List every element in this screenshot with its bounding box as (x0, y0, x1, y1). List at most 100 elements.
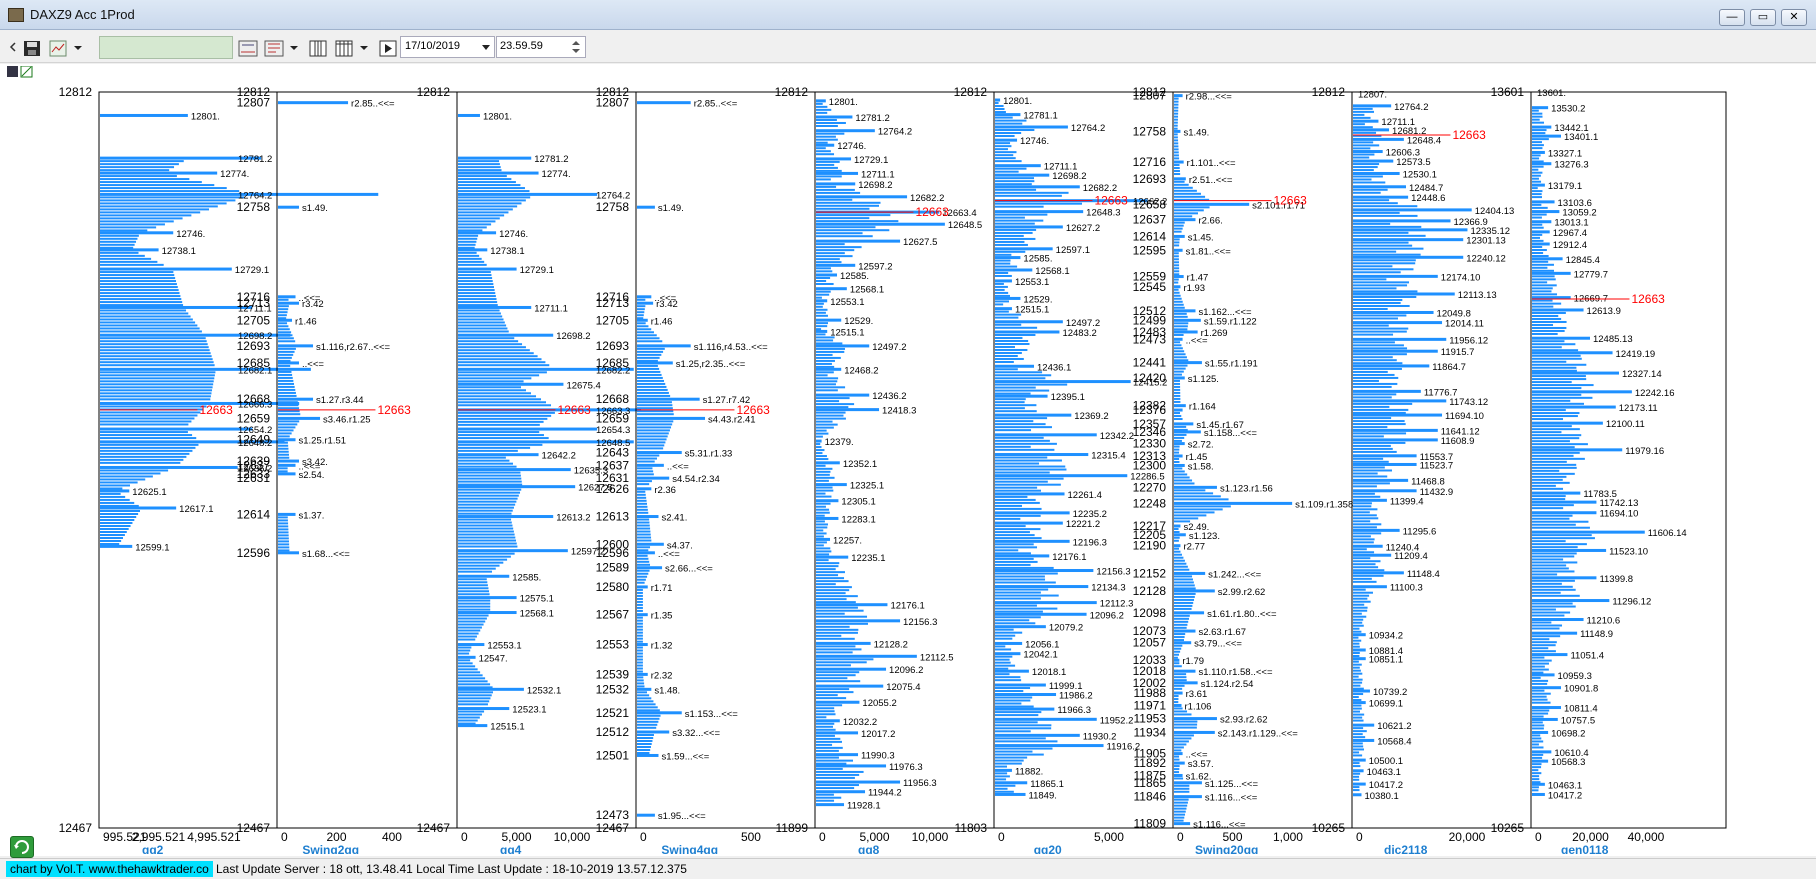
bar (1353, 475, 1388, 478)
bar (995, 439, 1050, 442)
bar (1174, 127, 1178, 130)
bar (1353, 571, 1404, 575)
bar-label: 12682.2 (1083, 183, 1117, 194)
bar (995, 282, 1004, 285)
bar (458, 564, 500, 567)
bar (637, 305, 646, 308)
bar (1174, 209, 1204, 212)
date-picker[interactable]: 17/10/2019 (400, 36, 495, 58)
dropdown-icon[interactable] (288, 37, 300, 58)
bar (1532, 180, 1542, 183)
bar (816, 464, 826, 467)
bar (100, 113, 188, 117)
save-label-icon[interactable] (236, 37, 260, 58)
bar-label: s5.31.r1.33 (685, 449, 733, 460)
y-tick-label: 12637 (1133, 213, 1167, 227)
save-icon[interactable] (20, 37, 44, 58)
bar (637, 640, 643, 643)
bar (637, 441, 666, 444)
bar (1174, 442, 1185, 446)
back-icon[interactable] (8, 37, 18, 58)
close-button[interactable]: ✕ (1781, 9, 1807, 26)
bar (995, 423, 1046, 426)
bar (1532, 160, 1544, 163)
bar (995, 377, 1046, 380)
bar-label: s1.116...<<= (1205, 793, 1258, 804)
bar-label: 11523.10 (1609, 546, 1648, 557)
bar (816, 204, 880, 207)
bar (995, 648, 1012, 651)
bar (1353, 585, 1387, 589)
bar-label: 11986.2 (1059, 691, 1093, 702)
bar (458, 166, 501, 169)
bar (278, 534, 289, 537)
bar (1353, 321, 1443, 325)
bar (1174, 177, 1186, 181)
style-icon[interactable] (262, 37, 286, 58)
play-icon[interactable] (376, 37, 400, 58)
symbol-field[interactable] (99, 36, 233, 59)
bar-label: s2.143.r1.129..<<= (1218, 728, 1298, 739)
bar (278, 512, 296, 516)
bar (995, 784, 1016, 787)
bar (637, 404, 673, 407)
bar (1353, 754, 1363, 757)
bar (100, 286, 178, 289)
y-tick-label: 11899 (776, 821, 809, 835)
bar (1174, 479, 1193, 482)
time-field[interactable]: 23.59.59 (496, 36, 586, 58)
bar (100, 184, 215, 187)
bar-label: 12711.1 (861, 169, 895, 180)
restore-button[interactable]: ▭ (1750, 9, 1776, 26)
bar (458, 555, 511, 558)
bar-label: 11148.4 (1407, 569, 1440, 580)
volume-profile-charts: 128121246712801.12781.212774.12764.21274… (59, 85, 1727, 854)
bar (458, 635, 477, 638)
bar (1532, 125, 1552, 129)
bar (1353, 532, 1382, 535)
bar (278, 370, 292, 373)
columns-icon[interactable] (306, 37, 330, 58)
bar (995, 483, 1061, 486)
bar-label: 12134.3 (1091, 583, 1125, 594)
bar (637, 530, 651, 533)
bar (1532, 226, 1544, 229)
y-tick-label: 12300 (1133, 458, 1167, 472)
bar (1353, 748, 1365, 751)
bar (1353, 255, 1464, 259)
bar (995, 368, 1018, 371)
bar (1353, 116, 1371, 119)
bar (100, 449, 193, 452)
bar (1174, 568, 1190, 571)
chevron-down-icon[interactable] (482, 45, 490, 51)
bar (637, 646, 643, 649)
bar (278, 356, 292, 359)
y-tick-label: 11846 (1134, 790, 1167, 804)
bar (1353, 566, 1379, 569)
columns-alt-icon[interactable] (332, 37, 356, 58)
refresh-button[interactable] (10, 836, 34, 858)
bar (100, 280, 177, 283)
bar (1353, 523, 1382, 526)
bar (278, 325, 289, 328)
bar (1532, 393, 1582, 396)
bar (278, 301, 300, 305)
y-tick-label: 12716 (1133, 155, 1167, 169)
bar (1532, 686, 1561, 690)
dropdown-icon[interactable] (72, 37, 84, 58)
y-tick-label: 12532 (596, 682, 630, 696)
bar (458, 629, 481, 632)
chart-mode-icons[interactable] (7, 66, 37, 78)
dropdown-icon[interactable] (358, 37, 370, 58)
bar (816, 780, 901, 784)
bar (458, 509, 513, 512)
bar (816, 408, 880, 412)
minimize-button[interactable]: — (1719, 9, 1745, 26)
spinner-icon[interactable] (570, 39, 582, 55)
bar (995, 549, 1019, 552)
chart-icon[interactable] (46, 37, 70, 58)
bar (816, 426, 834, 429)
bar (278, 516, 288, 519)
bar (458, 527, 514, 530)
bar (458, 602, 491, 605)
